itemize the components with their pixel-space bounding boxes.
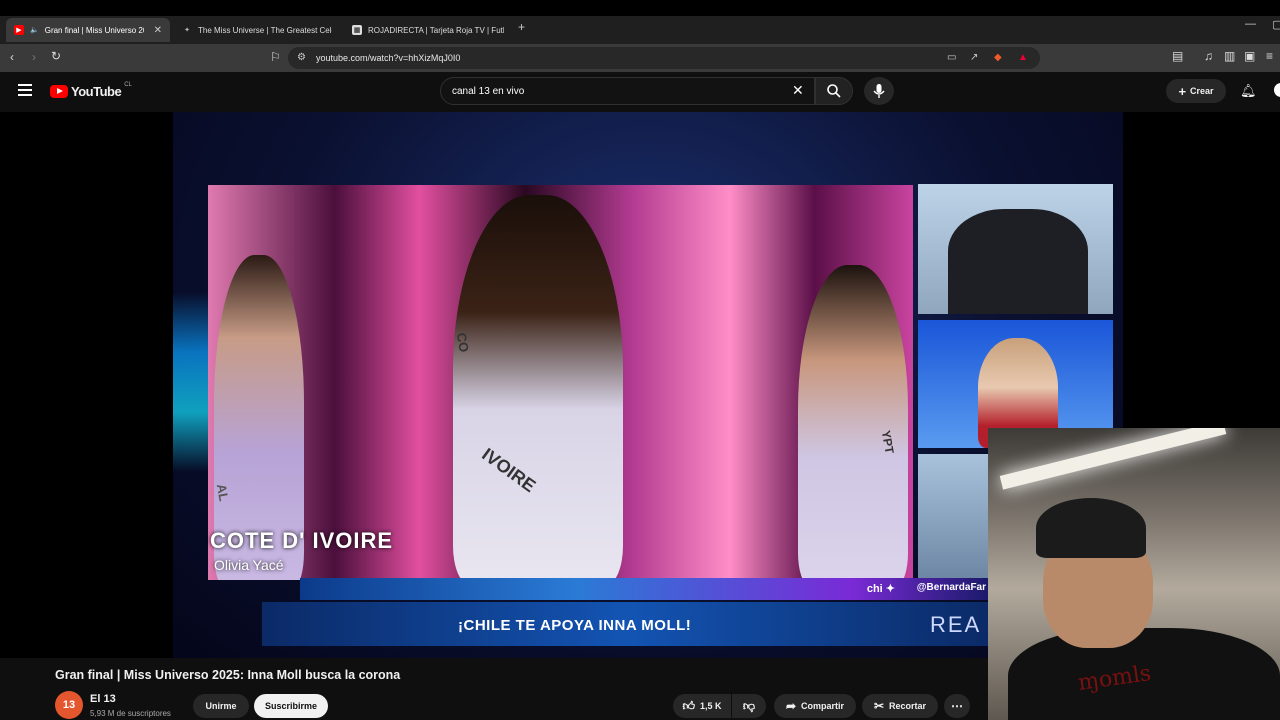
share-arrow-icon: ➦ [785, 699, 797, 713]
more-dots-icon: ⋯ [951, 699, 963, 713]
share-label: Compartir [801, 701, 845, 711]
side-panel-host-1 [918, 184, 1113, 314]
globe-icon: ✦ [184, 27, 190, 34]
like-button[interactable]: 👍︎ 1,5 K [673, 694, 731, 718]
subscriber-count: 5,93 M de suscriptores [90, 709, 171, 718]
channel-avatar[interactable]: 13 [55, 691, 83, 719]
forward-icon[interactable]: › [32, 50, 36, 64]
clip-label: Recortar [889, 701, 927, 711]
youtube-play-icon [50, 85, 68, 98]
video-title: Gran final | Miss Universo 2025: Inna Mo… [55, 668, 401, 682]
panel-icon[interactable]: ▥ [1224, 49, 1235, 63]
stage-light [173, 292, 213, 472]
more-actions-button[interactable]: ⋯ [944, 694, 970, 718]
dislike-button[interactable]: 👎︎ [732, 694, 766, 718]
youtube-icon: ▶ [14, 25, 24, 35]
channel-avatar-text: 13 [62, 699, 76, 711]
brave-shield-icon[interactable]: ◆ [994, 52, 1002, 63]
tab-label: Gran final | Miss Universo 2025 [44, 25, 144, 35]
tab-label: The Miss Universe | The Greatest Cele [198, 25, 332, 35]
join-label: Unirme [205, 701, 237, 711]
like-count: 1,5 K [700, 701, 722, 711]
country-code: CL [124, 81, 132, 88]
ticker-fragment: REA [930, 612, 982, 637]
channel-name[interactable]: El 13 [90, 693, 116, 705]
lower-third-ticker: ¡CHILE TE APOYA INNA MOLL! REA [262, 602, 990, 646]
thumbs-up-icon: 👍︎ [682, 698, 696, 713]
tab-label: ROJADIRECTA | Tarjeta Roja TV | Futb [368, 25, 504, 35]
search-button[interactable] [815, 77, 853, 105]
main-broadcast-shot: AL CO IVOIRE YPT [208, 185, 913, 580]
youtube-logo[interactable]: YouTube CL [50, 81, 132, 99]
sash-center-top-text: CO [453, 331, 472, 354]
site-icon: ▦ [352, 25, 362, 35]
host-1-figure [948, 209, 1088, 314]
url-text: youtube.com/watch?v=hhXizMqJ0I0 [316, 53, 461, 63]
share-icon[interactable]: ↗ [970, 52, 978, 63]
tab-rojadirecta[interactable]: ▦ ROJADIRECTA | Tarjeta Roja TV | Futb [344, 18, 512, 42]
new-tab-icon[interactable]: + [518, 20, 525, 34]
voice-search-button[interactable] [864, 77, 894, 105]
clear-search-icon[interactable]: ✕ [792, 82, 804, 99]
notifications-bell-icon[interactable]: 🔔︎ [1240, 83, 1257, 99]
reload-icon[interactable]: ↻ [51, 49, 61, 63]
create-button[interactable]: + Crear [1166, 79, 1226, 103]
guide-menu-icon[interactable] [18, 84, 32, 96]
subscribe-label: Suscribirme [264, 701, 318, 711]
maximize-icon[interactable]: ▢ [1272, 18, 1280, 31]
microphone-icon [873, 84, 885, 98]
tab-youtube-video[interactable]: ▶ 🔈 Gran final | Miss Universo 2025 ✕ [6, 18, 170, 42]
search-icon [827, 84, 841, 98]
plus-icon: + [1178, 83, 1187, 99]
bookmark-icon[interactable]: ⚐ [270, 50, 281, 64]
ticker-message: ¡CHILE TE APOYA INNA MOLL! [458, 617, 692, 634]
create-label: Crear [1190, 86, 1214, 96]
cast-icon[interactable]: ▭ [947, 52, 956, 63]
search-input[interactable]: canal 13 en vivo [440, 77, 815, 105]
sidebar-icon[interactable]: ▤ [1172, 49, 1183, 63]
address-bar[interactable]: ⚙ youtube.com/watch?v=hhXizMqJ0I0 ▭ ↗ ◆ … [288, 47, 1040, 69]
contestant-center [453, 195, 623, 580]
wallet-icon[interactable]: ▣ [1244, 49, 1255, 63]
menu-icon[interactable]: ≡ [1266, 49, 1273, 63]
streamer-cap [1036, 498, 1146, 558]
join-button[interactable]: Unirme [193, 694, 249, 718]
site-info-icon[interactable]: ⚙ [297, 52, 306, 63]
audio-icon: 🔈 [30, 27, 39, 34]
youtube-wordmark: YouTube [71, 84, 122, 99]
banner-chi-text: chi ✦ [866, 583, 895, 595]
music-icon[interactable]: ♫ [1204, 49, 1213, 63]
scissors-icon: ✂ [873, 699, 885, 713]
contestant-country-caption: COTE D' IVOIRE [210, 528, 394, 553]
ceiling-light [999, 428, 1227, 490]
tab-miss-universe[interactable]: ✦ The Miss Universe | The Greatest Cele [174, 18, 340, 42]
sash-left-text: AL [213, 482, 232, 503]
side-panel-host-3 [918, 454, 988, 580]
rewards-icon[interactable]: ▲ [1018, 52, 1028, 63]
streamer-webcam-overlay: ɱomls [988, 428, 1280, 720]
minimize-icon[interactable]: — [1245, 18, 1256, 30]
banner-handle: @BernardaFar [916, 582, 986, 593]
back-icon[interactable]: ‹ [10, 50, 14, 64]
contestant-right [798, 265, 908, 580]
subscribe-button[interactable]: Suscribirme [254, 694, 328, 718]
contestant-name-caption: Olivia Yacé [214, 557, 284, 573]
social-banner: chi ✦ @BernardaFar [300, 578, 990, 600]
clip-button[interactable]: ✂ Recortar [862, 694, 938, 718]
search-query: canal 13 en vivo [452, 86, 525, 97]
thumbs-down-icon: 👎︎ [742, 698, 756, 713]
close-tab-icon[interactable]: ✕ [154, 25, 162, 36]
share-button[interactable]: ➦ Compartir [774, 694, 856, 718]
